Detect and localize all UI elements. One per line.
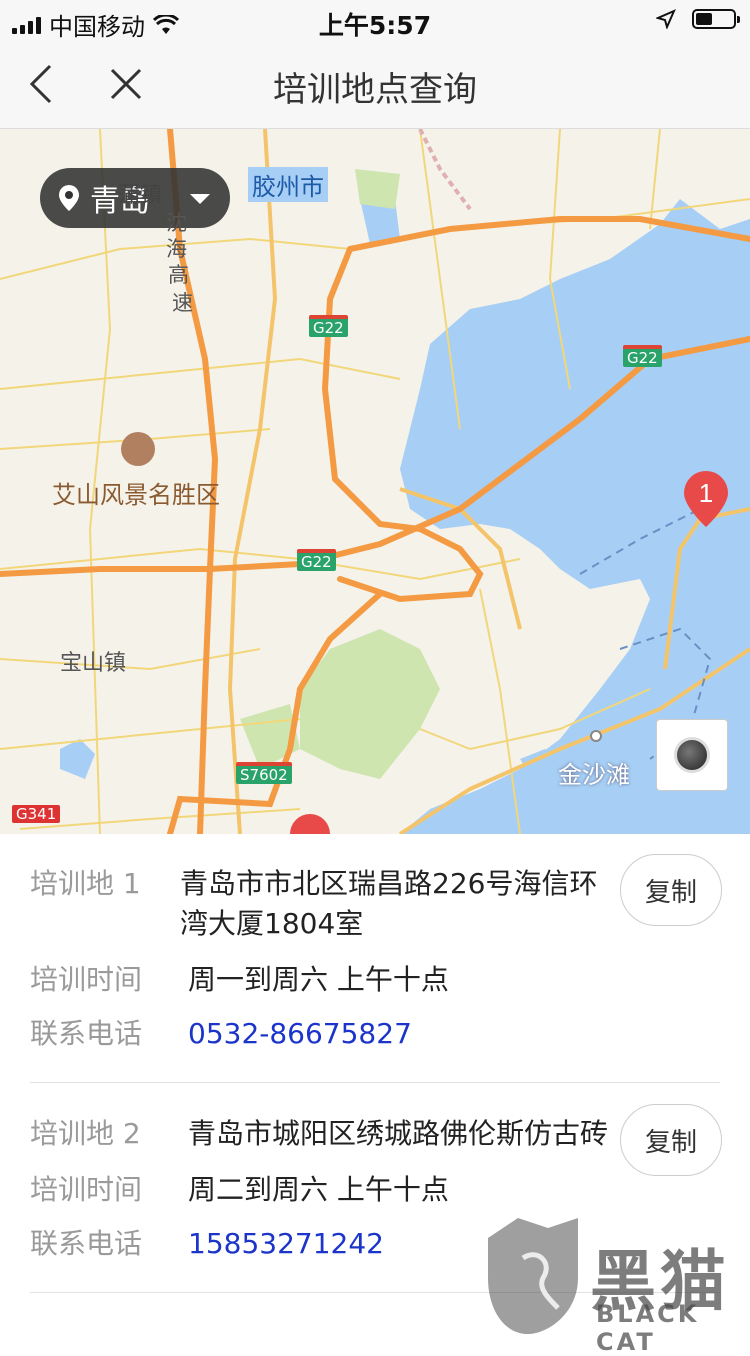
road-badge-g22: G22 (297, 549, 336, 571)
road-badge-g341: G341 (12, 805, 61, 823)
chevron-down-icon (190, 194, 210, 204)
scenic-area-icon (121, 432, 155, 466)
locate-icon (674, 737, 710, 773)
location-address: 青岛市市北区瑞昌路226号海信环 湾大厦1804室 (180, 864, 597, 944)
map-label-shenhai: 速 (172, 291, 193, 315)
location-label: 培训地 1 (30, 867, 141, 900)
map-label-shenhai: 高 (168, 263, 189, 287)
location-address: 青岛市城阳区绣城路佛伦斯仿古砖 (188, 1117, 609, 1150)
marker-number: 1 (699, 478, 713, 508)
phone-label: 联系电话 (30, 1017, 143, 1050)
copy-button[interactable]: 复制 (620, 854, 722, 926)
phone-row: 联系电话 0532-86675827 (30, 1014, 412, 1054)
map-label-baoshan: 宝山镇 (60, 651, 127, 676)
map-view[interactable]: 青岛 胶州市 蒲镇 沈 海 高 速 艾山风景名胜区 宝山镇 金沙滩 G22 G2… (0, 129, 750, 834)
location-row: 培训地 1 青岛市市北区瑞昌路226号海信环 湾大厦1804室 (30, 864, 597, 944)
watermark-subtext: BLACK CAT (596, 1300, 700, 1356)
road-badge-g22: G22 (623, 345, 662, 367)
location-row: 培训地 2 青岛市城阳区绣城路佛伦斯仿古砖 (30, 1114, 608, 1154)
address-line: 湾大厦1804室 (180, 907, 364, 940)
time-label: 培训时间 (30, 963, 143, 996)
phone-row: 联系电话 15853271242 (30, 1224, 384, 1264)
marker-pin-icon: 1 (684, 471, 728, 527)
time-row: 培训时间 周一到周六 上午十点 (30, 960, 449, 1000)
time-value: 周一到周六 上午十点 (188, 963, 449, 996)
status-right (656, 9, 740, 29)
page-title: 培训地点查询 (273, 70, 477, 110)
phone-link[interactable]: 0532-86675827 (180, 1014, 412, 1054)
map-label-town: 蒲镇 (118, 183, 163, 208)
status-time: 上午5:57 (318, 11, 432, 40)
beach-poi-dot (590, 730, 602, 742)
map-label-aishan: 艾山风景名胜区 (52, 481, 220, 509)
location-label: 培训地 2 (30, 1117, 141, 1150)
phone-label: 联系电话 (30, 1227, 143, 1260)
time-row: 培训时间 周二到周六 上午十点 (30, 1170, 449, 1210)
nav-bar: 培训地点查询 (0, 40, 750, 129)
phone-link[interactable]: 15853271242 (180, 1224, 384, 1264)
time-value: 周二到周六 上午十点 (188, 1173, 449, 1206)
divider (30, 1082, 720, 1083)
copy-button[interactable]: 复制 (620, 1104, 722, 1176)
green-area (355, 169, 400, 209)
location-arrow-icon (656, 9, 676, 29)
road-badge-g22: G22 (309, 315, 348, 337)
time-label: 培训时间 (30, 1173, 143, 1206)
locate-button[interactable] (656, 719, 728, 791)
map-label-jiaozhou: 胶州市 (248, 167, 328, 202)
map-marker-1[interactable]: 1 (682, 469, 730, 529)
address-line: 青岛市市北区瑞昌路226号海信环 (180, 867, 598, 900)
map-label-jinshatan: 金沙滩 (558, 761, 630, 789)
battery-icon (692, 9, 740, 29)
road-badge-s7602: S7602 (236, 762, 292, 784)
status-bar: 中国移动 上午5:57 (0, 0, 750, 41)
location-pin-icon (59, 185, 79, 211)
